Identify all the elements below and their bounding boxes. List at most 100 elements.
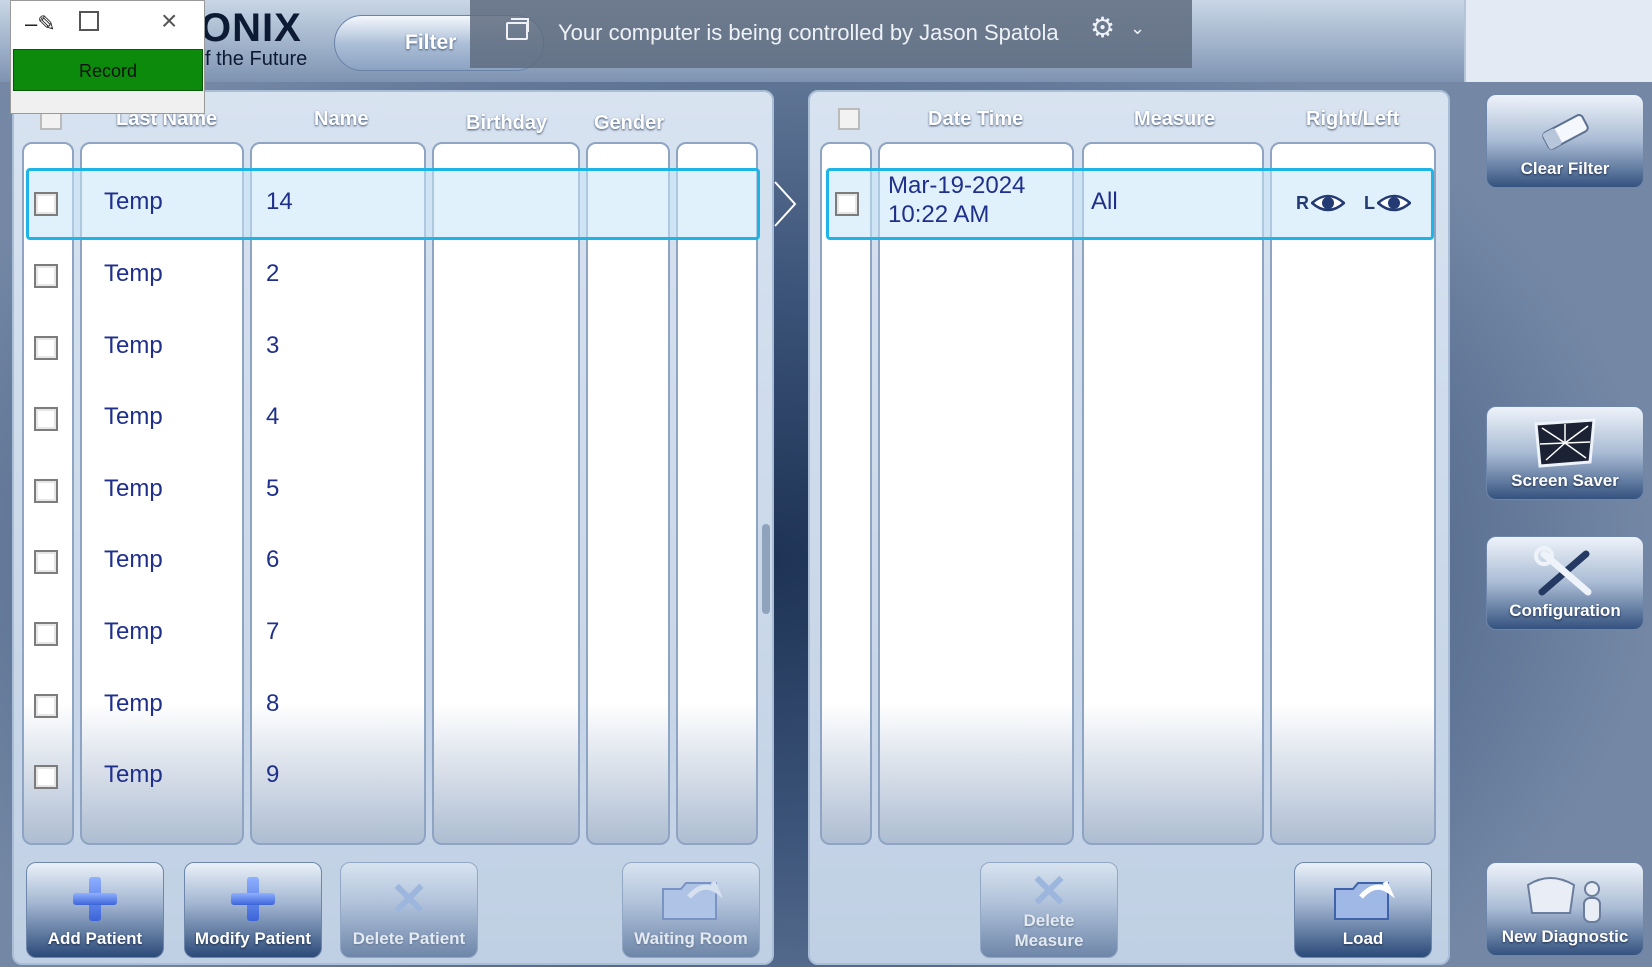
measure-col-check [820, 142, 872, 845]
clear-filter-label: Clear Filter [1520, 159, 1610, 178]
delete-measure-button[interactable]: ✕ Delete Measure [980, 862, 1118, 958]
clear-filter-button[interactable]: Clear Filter [1486, 94, 1644, 188]
add-patient-button[interactable]: Add Patient [26, 862, 164, 958]
pen-icon: –✎ [25, 11, 56, 36]
screen-saver-label: Screen Saver [1511, 471, 1619, 490]
plus-icon [27, 875, 163, 923]
maximize-icon[interactable] [79, 11, 99, 31]
row-checkbox[interactable] [34, 264, 58, 288]
select-all-measures-checkbox[interactable] [838, 108, 860, 130]
row-last-name: Temp [104, 332, 163, 359]
row-last-name: Temp [104, 403, 163, 430]
waiting-room-label: Waiting Room [634, 929, 748, 948]
monitor-icon [1487, 415, 1643, 471]
load-button[interactable]: Load [1294, 862, 1432, 958]
left-eye-indicator: L [1364, 192, 1411, 214]
chevron-down-icon[interactable]: ⌄ [1130, 18, 1145, 39]
delete-measure-label-line1: Delete [1023, 911, 1075, 930]
row-checkbox[interactable] [34, 336, 58, 360]
right-eye-label: R [1296, 192, 1309, 213]
tools-icon [1487, 545, 1643, 601]
screen-saver-button[interactable]: Screen Saver [1486, 406, 1644, 500]
patients-scrollbar[interactable] [762, 524, 770, 614]
new-diagnostic-label: New Diagnostic [1501, 927, 1629, 946]
row-checkbox[interactable] [34, 407, 58, 431]
patient-col-extra [676, 142, 758, 845]
delete-x-icon: ✕ [389, 873, 429, 925]
header-date-time[interactable]: Date Time [928, 108, 1023, 131]
eye-icon [1377, 194, 1411, 212]
row-checkbox[interactable] [34, 479, 58, 503]
measure-time: 10:22 AM [888, 201, 990, 228]
record-button[interactable]: Record [13, 49, 203, 91]
row-last-name: Temp [104, 475, 163, 502]
row-last-name: Temp [104, 260, 163, 287]
add-patient-label: Add Patient [47, 929, 143, 948]
delete-measure-label: Delete Measure [981, 911, 1117, 951]
chevron-right-icon [774, 181, 797, 227]
diagnostic-device-icon [1487, 871, 1643, 927]
row-name: 4 [266, 403, 280, 430]
row-last-name: Temp [104, 188, 163, 215]
measure-col-measure [1082, 142, 1264, 845]
measure-date: Mar-19-2024 [888, 172, 1026, 199]
delete-measure-label-line2: Measure [1014, 931, 1084, 950]
eraser-icon [1487, 103, 1643, 159]
row-checkbox[interactable] [34, 622, 58, 646]
modify-patient-label: Modify Patient [194, 929, 312, 948]
delete-patient-label: Delete Patient [352, 929, 466, 948]
header-name[interactable]: Name [314, 108, 368, 131]
header-measure[interactable]: Measure [1134, 108, 1215, 131]
modify-patient-button[interactable]: Modify Patient [184, 862, 322, 958]
row-name: 5 [266, 475, 280, 502]
row-name: 2 [266, 260, 280, 287]
row-last-name: Temp [104, 546, 163, 573]
row-name: 6 [266, 546, 280, 573]
delete-x-icon: ✕ [1029, 865, 1069, 917]
eye-icon [1311, 194, 1345, 212]
top-right-strip [1464, 0, 1652, 82]
recorder-window: –✎ × Record [10, 0, 205, 114]
recorder-titlebar: –✎ × [11, 1, 204, 49]
row-name: 14 [266, 188, 293, 215]
row-name: 8 [266, 690, 280, 717]
banner-text: Your computer is being controlled by Jas… [558, 20, 1059, 45]
row-name: 3 [266, 332, 280, 359]
close-icon[interactable]: × [161, 5, 177, 37]
row-last-name: Temp [104, 690, 163, 717]
row-checkbox[interactable] [34, 550, 58, 574]
plus-icon [185, 875, 321, 923]
row-checkbox[interactable] [34, 192, 58, 216]
waiting-room-button[interactable]: Waiting Room [622, 862, 760, 958]
row-checkbox[interactable] [34, 694, 58, 718]
app-slogan: f the Future [205, 48, 308, 70]
gear-icon[interactable]: ⚙ [1090, 14, 1115, 42]
row-checkbox[interactable] [34, 765, 58, 789]
window-restore-icon[interactable] [506, 18, 529, 40]
app-logo: ONIX [200, 6, 302, 50]
right-eye-indicator: R [1296, 192, 1345, 214]
header-birthday[interactable]: Birthday [466, 112, 547, 135]
configuration-label: Configuration [1509, 601, 1621, 620]
patient-col-gender [586, 142, 670, 845]
folder-icon [623, 875, 759, 923]
row-name: 9 [266, 761, 280, 788]
row-checkbox[interactable] [835, 192, 859, 216]
measure-col-date [878, 142, 1074, 845]
folder-icon [1295, 875, 1431, 923]
load-label: Load [1342, 929, 1384, 948]
filter-label: Filter [405, 31, 457, 54]
configuration-button[interactable]: Configuration [1486, 536, 1644, 630]
header-right-left[interactable]: Right/Left [1306, 108, 1399, 131]
new-diagnostic-button[interactable]: New Diagnostic [1486, 862, 1644, 956]
row-last-name: Temp [104, 618, 163, 645]
header-gender[interactable]: Gender [594, 112, 664, 135]
measure-type: All [1091, 188, 1118, 215]
delete-patient-button[interactable]: ✕ Delete Patient [340, 862, 478, 958]
left-eye-label: L [1364, 192, 1375, 213]
row-name: 7 [266, 618, 280, 645]
remote-control-banner: Your computer is being controlled by Jas… [470, 0, 1192, 68]
row-last-name: Temp [104, 761, 163, 788]
measure-col-eye [1270, 142, 1436, 845]
patient-col-birthday [432, 142, 580, 845]
